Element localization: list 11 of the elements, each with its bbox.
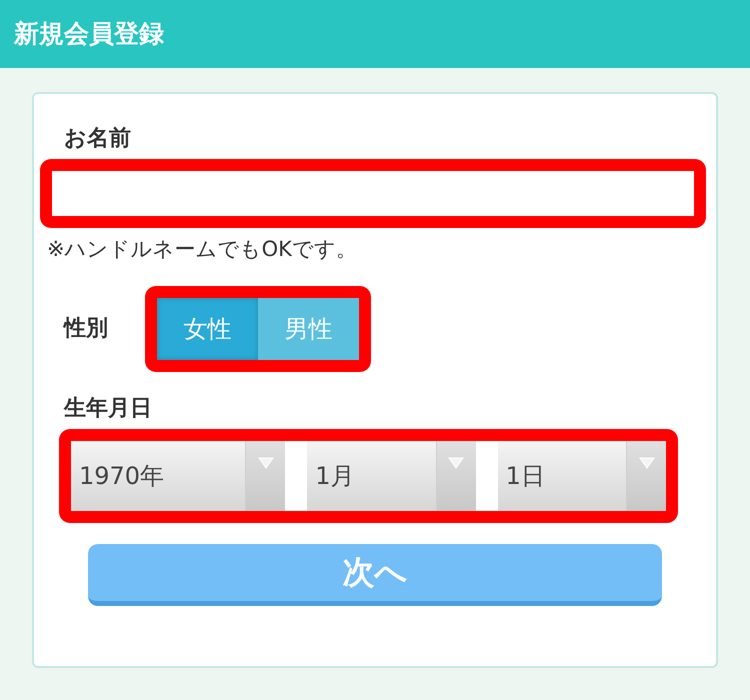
caret-icon [258, 456, 274, 468]
caret-icon [638, 456, 655, 468]
hint-text: ※ハンドルネームでもOKです。 [47, 237, 357, 261]
date-dropdown[interactable]: 1月 [307, 440, 476, 510]
date-dropdown[interactable]: 1日 [498, 440, 666, 510]
field-label: 生年月日 [64, 396, 152, 420]
date-dropdown[interactable]: 1970年 [71, 440, 286, 510]
page-title: 新規会員登録 [14, 18, 164, 50]
caret-icon [448, 456, 464, 468]
field-label: 性別 [64, 315, 109, 343]
field-label: お名前 [64, 126, 131, 151]
